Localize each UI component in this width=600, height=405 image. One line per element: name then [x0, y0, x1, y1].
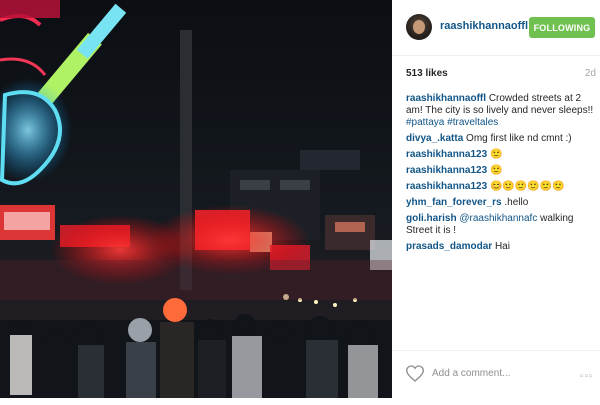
- comment-username[interactable]: prasads_damodar: [406, 241, 492, 252]
- list-item: goli.harish @raashikhannafc walking Stre…: [406, 213, 596, 237]
- heart-icon[interactable]: [406, 365, 424, 382]
- post-actions: Add a comment... ▫▫▫: [392, 350, 600, 398]
- likes-count[interactable]: 513 likes: [406, 68, 448, 79]
- comment-text: 🙂: [489, 149, 503, 160]
- post-username[interactable]: raashikhannaoffl: [440, 20, 528, 32]
- list-item: raashikhanna123 🙂: [406, 149, 596, 161]
- comment-text: .hello: [504, 197, 529, 208]
- list-item: raashikhanna123 🙂: [406, 165, 596, 177]
- list-item: raashikhanna123 😊🙂🙂🙂🙂🙂: [406, 181, 596, 193]
- caption-username[interactable]: raashikhannaoffl: [406, 93, 486, 104]
- night-street-photo: [0, 0, 392, 398]
- caption: raashikhannaoffl Crowded streets at 2 am…: [406, 93, 596, 129]
- post-header: raashikhannaoffl FOLLOWING: [392, 0, 600, 56]
- post-stats: 513 likes 2d: [406, 68, 596, 80]
- add-comment-input[interactable]: Add a comment...: [432, 368, 510, 379]
- comment-username[interactable]: goli.harish: [406, 213, 457, 224]
- post-time[interactable]: 2d: [585, 68, 596, 79]
- comment-username[interactable]: yhm_fan_forever_rs: [406, 197, 502, 208]
- comment-text: Hai: [494, 241, 510, 252]
- comment-text: 🙂: [489, 165, 503, 176]
- comment-username[interactable]: raashikhanna123: [406, 149, 487, 160]
- comment-username[interactable]: raashikhanna123: [406, 181, 487, 192]
- instagram-post: raashikhannaoffl FOLLOWING 513 likes 2d …: [0, 0, 600, 405]
- more-options-icon[interactable]: ▫▫▫: [580, 371, 594, 382]
- list-item: prasads_damodar Hai: [406, 241, 596, 253]
- post-photo[interactable]: [0, 0, 392, 398]
- post-sidebar: raashikhannaoffl FOLLOWING 513 likes 2d …: [392, 0, 600, 398]
- comments-list: raashikhannaoffl Crowded streets at 2 am…: [406, 93, 596, 257]
- caption-hashtags[interactable]: #pattaya #traveltales: [406, 117, 498, 128]
- following-button[interactable]: FOLLOWING: [529, 17, 595, 38]
- comment-username[interactable]: raashikhanna123: [406, 165, 487, 176]
- page-bottom-strip: [0, 398, 600, 405]
- comment-username[interactable]: divya_.katta: [406, 133, 463, 144]
- comment-mention[interactable]: @raashikhannafc: [459, 213, 537, 224]
- comment-text: Omg first like nd cmnt :): [466, 133, 572, 144]
- comment-text: 😊🙂🙂🙂🙂🙂: [489, 181, 565, 192]
- list-item: yhm_fan_forever_rs .hello: [406, 197, 596, 209]
- list-item: divya_.katta Omg first like nd cmnt :): [406, 133, 596, 145]
- avatar[interactable]: [406, 14, 432, 40]
